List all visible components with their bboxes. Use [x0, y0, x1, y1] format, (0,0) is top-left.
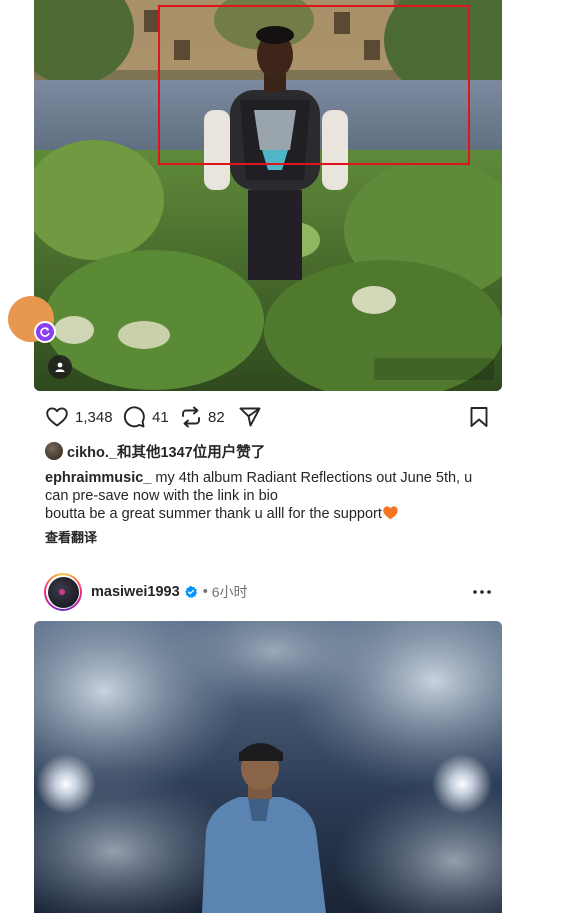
post-meta: masiwei1993 • 6小时: [91, 582, 248, 602]
caption-line-2: boutta be a great summer thank u alll fo…: [45, 505, 485, 523]
caption-line-1: ephraimmusic_ my 4th album Radiant Refle…: [45, 469, 485, 505]
liker-avatar[interactable]: [45, 442, 63, 460]
post-header: masiwei1993 • 6小时: [44, 573, 492, 611]
like-count: 1,348: [75, 408, 113, 426]
likes-summary[interactable]: cikho._和其他1347位用户赞了: [45, 441, 265, 461]
like-button[interactable]: 1,348: [45, 404, 113, 430]
orange-heart-emoji-icon: [383, 506, 398, 520]
meta-separator: •: [202, 584, 208, 600]
comment-button[interactable]: 41: [122, 404, 169, 430]
post-caption: ephraimmusic_ my 4th album Radiant Refle…: [45, 469, 485, 523]
author-username[interactable]: masiwei1993: [91, 584, 180, 600]
bookmark-icon: [470, 407, 488, 427]
likes-text[interactable]: cikho._和其他1347位用户赞了: [67, 441, 265, 462]
caption-username[interactable]: ephraimmusic_: [45, 470, 151, 486]
see-translation-link[interactable]: 查看翻译: [45, 527, 97, 546]
highlight-box: [158, 5, 470, 165]
send-icon: [239, 407, 261, 427]
post-time[interactable]: 6小时: [212, 582, 248, 602]
save-button[interactable]: [468, 404, 490, 430]
refresh-icon[interactable]: [34, 321, 56, 343]
comment-icon: [123, 406, 145, 428]
share-button[interactable]: [238, 404, 262, 430]
author-avatar[interactable]: [47, 576, 79, 608]
heart-icon: [46, 407, 68, 427]
verified-badge-icon: [184, 585, 197, 599]
post-photo-stage: [34, 621, 502, 913]
post-action-bar: 1,348 41 82: [45, 404, 491, 430]
post-image[interactable]: [34, 621, 502, 913]
more-horizontal-icon: [473, 590, 491, 594]
caption-text-2: boutta be a great summer thank u alll fo…: [45, 506, 382, 522]
user-tag-icon[interactable]: [48, 355, 72, 379]
repost-icon: [182, 406, 200, 428]
story-ring[interactable]: [44, 573, 82, 611]
repost-count: 82: [208, 408, 225, 426]
repost-button[interactable]: 82: [180, 404, 225, 430]
more-options-button[interactable]: [472, 583, 492, 601]
comment-count: 41: [152, 408, 169, 426]
